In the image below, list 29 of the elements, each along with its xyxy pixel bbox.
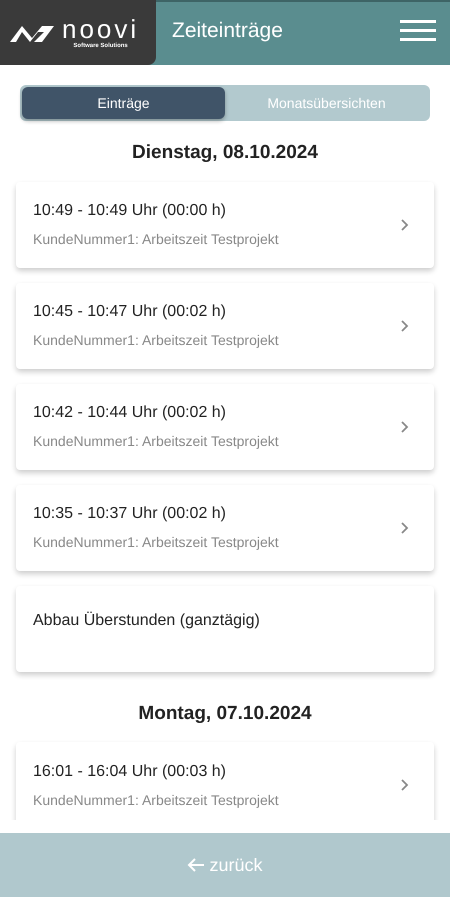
chevron-right-icon [400, 218, 410, 232]
arrow-left-icon [187, 857, 206, 873]
entry-project: KundeNummer1: Arbeitszeit Testprojekt [33, 533, 280, 552]
day-heading: Dienstag, 08.10.2024 [131, 141, 319, 165]
day-heading: Montag, 07.10.2024 [137, 702, 313, 726]
logo-name: noovi [62, 16, 140, 42]
time-entry-card[interactable]: 10:35 - 10:37 Uhr (00:02 h) KundeNummer1: Arbeitszeit Testprojekt [16, 484, 434, 570]
entry-time: 10:45 - 10:47 Uhr (00:02 h) [33, 302, 228, 322]
tab[interactable]: Einträge [22, 87, 225, 119]
entry-project: KundeNummer1: Arbeitszeit Testprojekt [33, 432, 280, 451]
entry-time: 16:01 - 16:04 Uhr (00:03 h) [33, 762, 228, 782]
absence-card[interactable]: Abbau Überstunden (ganztägig) [16, 586, 434, 672]
chevron-right-icon [400, 318, 410, 332]
chevron-right-icon [400, 420, 410, 434]
entry-project: KundeNummer1: Arbeitszeit Testprojekt [33, 790, 280, 810]
entry-time: 10:35 - 10:37 Uhr (00:02 h) [33, 504, 228, 524]
time-entry-card[interactable]: 10:49 - 10:49 Uhr (00:00 h) KundeNummer1: Arbeitszeit Testprojekt [16, 182, 434, 268]
entry-project: KundeNummer1: Arbeitszeit Testprojekt [33, 331, 280, 350]
chevron-right-icon [400, 778, 410, 792]
time-entry-card[interactable]: 10:45 - 10:47 Uhr (00:02 h) KundeNummer1: Arbeitszeit Testprojekt [16, 282, 434, 368]
menu-icon[interactable] [400, 18, 436, 42]
entry-project: KundeNummer1: Arbeitszeit Testprojekt [33, 230, 280, 249]
chevron-right-icon [400, 520, 410, 534]
time-entry-card[interactable]: 10:42 - 10:44 Uhr (00:02 h) KundeNummer1: Arbeitszeit Testprojekt [16, 384, 434, 470]
entry-time: 10:49 - 10:49 Uhr (00:00 h) [33, 201, 228, 221]
absence-label: Abbau Überstunden (ganztägig) [33, 610, 260, 630]
entry-time: 10:42 - 10:44 Uhr (00:02 h) [33, 403, 228, 423]
time-entry-card[interactable]: 16:01 - 16:04 Uhr (00:03 h) KundeNummer1: Arbeitszeit Testprojekt [16, 742, 434, 820]
page-title: Zeiteinträge [172, 18, 284, 44]
